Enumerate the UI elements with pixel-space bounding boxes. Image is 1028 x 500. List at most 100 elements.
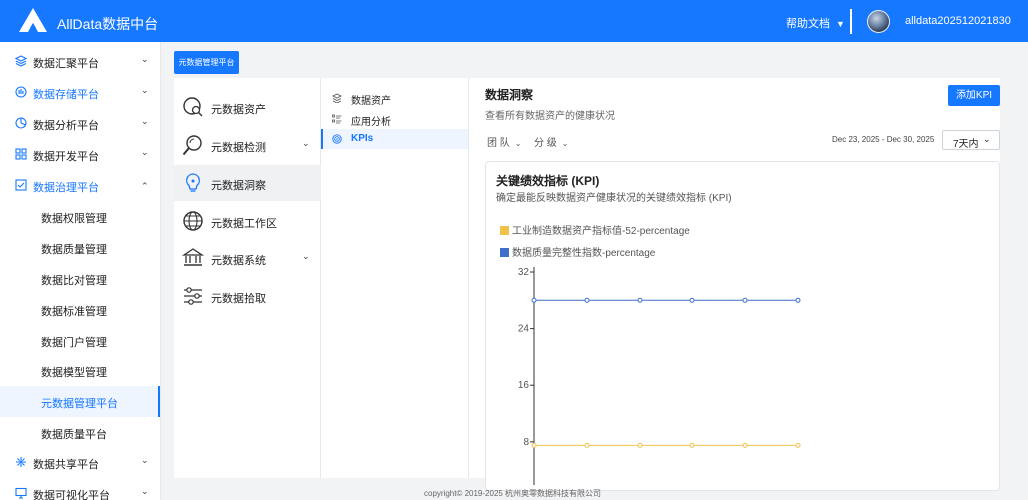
sidebar-subitem-data-standard[interactable]: 数据标准管理 bbox=[0, 294, 160, 325]
data-point[interactable] bbox=[795, 297, 801, 303]
data-point[interactable] bbox=[689, 297, 695, 303]
lightbulb-icon bbox=[186, 173, 200, 192]
stack-icon bbox=[332, 93, 342, 103]
sidebar-item-label: 数据共享平台 bbox=[33, 459, 99, 471]
menu-item-metadata-asset[interactable]: 元数据资产 bbox=[174, 89, 321, 125]
chevron-up-icon: ⌃ bbox=[141, 181, 149, 191]
sidebar-item-data-visualization[interactable]: 数据可视化平台 ⌄ bbox=[0, 478, 160, 500]
data-point[interactable] bbox=[742, 442, 748, 448]
submenu-item-app-analysis[interactable]: 应用分析 bbox=[321, 109, 468, 129]
sidebar-item-label: 数据可视化平台 bbox=[33, 490, 110, 500]
sidebar-item-data-development[interactable]: 数据开发平台 ⌄ bbox=[0, 139, 160, 170]
kpi-card-title: 关键绩效指标 (KPI) bbox=[496, 174, 600, 188]
sidebar-subitem-label: 元数据管理平台 bbox=[41, 398, 118, 410]
sidebar-item-data-collection[interactable]: 数据汇聚平台 ⌄ bbox=[0, 46, 160, 77]
menu-item-metadata-insight[interactable]: 元数据洞察 bbox=[174, 165, 321, 201]
sidebar-subitem-label: 数据标准管理 bbox=[41, 306, 107, 318]
sidebar-subitem-data-quality-mgmt[interactable]: 数据质量管理 bbox=[0, 232, 160, 263]
y-tick-label: 32 bbox=[518, 267, 530, 278]
globe-icon bbox=[183, 211, 203, 231]
chevron-down-icon: ⌄ bbox=[141, 147, 149, 157]
help-docs-menu[interactable]: 帮助文档 ▼ bbox=[786, 15, 845, 31]
bank-icon bbox=[182, 248, 204, 266]
chevron-down-icon: ⌄ bbox=[141, 116, 149, 126]
tier-filter[interactable]: 分 级 ⌄ bbox=[534, 134, 568, 149]
metadata-menu: 元数据资产 元数据检测 ⌄ 元数据洞察 元数据工作区 元数据系统 ⌄ 元数据拾取 bbox=[174, 78, 321, 478]
sidebar-subitem-label: 数据权限管理 bbox=[41, 213, 107, 225]
footer-copyright: copyright© 2019-2025 杭州奥零数据科技有限公司 bbox=[424, 489, 602, 498]
sidebar-item-label: 数据汇聚平台 bbox=[33, 58, 99, 70]
menu-item-metadata-system[interactable]: 元数据系统 ⌄ bbox=[174, 240, 321, 276]
top-bar: AllData数据中台 帮助文档 ▼ alldata202512021830 bbox=[0, 0, 1028, 42]
sidebar-item-data-analysis[interactable]: 数据分析平台 ⌄ bbox=[0, 108, 160, 139]
chevron-down-icon: ⌄ bbox=[141, 54, 149, 64]
layers-icon bbox=[15, 55, 27, 67]
y-tick-label: 24 bbox=[518, 324, 530, 335]
legend-item-industrial[interactable]: 工业制造数据资产指标值-52-percentage bbox=[500, 222, 690, 237]
sliders-icon bbox=[184, 287, 202, 305]
menu-item-label: 元数据拾取 bbox=[211, 293, 266, 305]
avatar[interactable] bbox=[867, 10, 890, 33]
magnifier-icon bbox=[182, 135, 202, 156]
sidebar-subitem-data-quality-platform[interactable]: 数据质量平台 bbox=[0, 417, 160, 448]
username[interactable]: alldata202512021830 bbox=[905, 15, 1011, 27]
data-point[interactable] bbox=[689, 442, 695, 448]
menu-item-metadata-detection[interactable]: 元数据检测 ⌄ bbox=[174, 127, 321, 163]
data-point[interactable] bbox=[584, 442, 590, 448]
submenu-item-label: KPIs bbox=[351, 133, 374, 144]
sidebar-subitem-label: 数据比对管理 bbox=[41, 275, 107, 287]
menu-item-metadata-pickup[interactable]: 元数据拾取 bbox=[174, 278, 321, 314]
dev-grid-icon bbox=[15, 148, 27, 160]
app-title: AllData数据中台 bbox=[57, 16, 159, 32]
add-kpi-button[interactable]: 添加KPI bbox=[948, 85, 1000, 106]
chevron-down-icon: ⌄ bbox=[514, 139, 522, 148]
chevron-down-icon: ⌄ bbox=[141, 85, 149, 95]
legend-label: 工业制造数据资产指标值-52-percentage bbox=[512, 226, 690, 237]
sidebar-subitem-label: 数据质量平台 bbox=[41, 429, 107, 441]
sidebar-subitem-data-comparison[interactable]: 数据比对管理 bbox=[0, 263, 160, 294]
sidebar-subitem-label: 数据质量管理 bbox=[41, 244, 107, 256]
data-point[interactable] bbox=[742, 297, 748, 303]
data-point[interactable] bbox=[531, 297, 537, 303]
time-range-value: 7天内 bbox=[953, 139, 979, 150]
data-point[interactable] bbox=[584, 297, 590, 303]
data-point[interactable] bbox=[795, 442, 801, 448]
data-point[interactable] bbox=[637, 442, 643, 448]
sidebar-subitem-data-portal[interactable]: 数据门户管理 bbox=[0, 325, 160, 356]
page-title: 数据洞察 bbox=[485, 88, 534, 102]
time-range-select[interactable]: 7天内 ⌄ bbox=[942, 130, 1000, 150]
menu-item-metadata-workspace[interactable]: 元数据工作区 bbox=[174, 203, 321, 239]
alldata-logo[interactable] bbox=[18, 7, 48, 33]
sidebar-item-data-storage[interactable]: 数据存储平台 ⌄ bbox=[0, 77, 160, 108]
sidebar-subitem-data-model[interactable]: 数据模型管理 bbox=[0, 355, 160, 386]
menu-item-label: 元数据工作区 bbox=[211, 218, 277, 230]
kpi-line-chart: 8 16 24 32 bbox=[518, 267, 801, 485]
sidebar-item-label: 数据开发平台 bbox=[33, 151, 99, 163]
monitor-icon bbox=[15, 487, 27, 499]
sidebar-item-data-sharing[interactable]: 数据共享平台 ⌄ bbox=[0, 447, 160, 478]
sidebar-subitem-metadata-platform[interactable]: 元数据管理平台 bbox=[0, 386, 160, 417]
metadata-platform-tab[interactable]: 元数据管理平台 bbox=[174, 51, 239, 74]
y-tick-label: 8 bbox=[523, 437, 529, 448]
asset-search-icon bbox=[183, 97, 203, 117]
sidebar-item-label: 数据分析平台 bbox=[33, 120, 99, 132]
sidebar-subitem-data-permission[interactable]: 数据权限管理 bbox=[0, 201, 160, 232]
y-tick-label: 16 bbox=[518, 380, 530, 391]
team-filter-label: 团 队 bbox=[487, 138, 510, 149]
team-filter[interactable]: 团 队 ⌄ bbox=[487, 134, 521, 149]
sidebar-item-label: 数据治理平台 bbox=[33, 182, 99, 194]
sidebar-item-data-governance[interactable]: 数据治理平台 ⌃ bbox=[0, 170, 160, 201]
header-divider bbox=[850, 9, 852, 34]
list-icon bbox=[332, 114, 342, 124]
legend-swatch bbox=[500, 226, 509, 235]
chevron-down-icon: ⌄ bbox=[302, 251, 310, 261]
submenu-item-data-asset[interactable]: 数据资产 bbox=[321, 88, 468, 108]
chevron-down-icon: ⌄ bbox=[983, 134, 991, 144]
data-point[interactable] bbox=[637, 297, 643, 303]
menu-item-label: 元数据资产 bbox=[211, 104, 266, 116]
target-icon bbox=[332, 134, 342, 144]
governance-icon bbox=[15, 179, 27, 191]
submenu-item-kpis[interactable]: KPIs bbox=[321, 129, 468, 149]
chevron-down-icon: ⌄ bbox=[141, 486, 149, 496]
data-point[interactable] bbox=[531, 442, 537, 448]
